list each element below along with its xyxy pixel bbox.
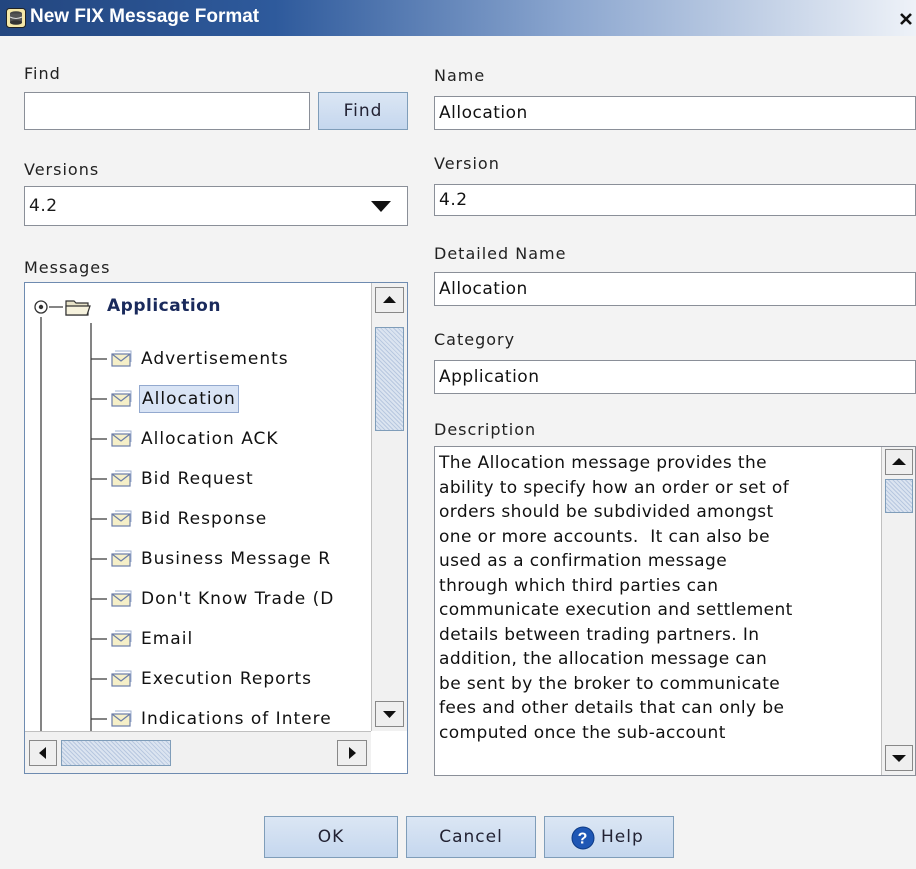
envelope-icon: [111, 670, 132, 687]
name-field[interactable]: Allocation: [434, 96, 916, 130]
close-icon[interactable]: [896, 9, 916, 29]
tree-item-label: Advertisements: [141, 349, 289, 369]
tree-root-application[interactable]: Application: [107, 295, 221, 317]
tree-item-label: Business Message R: [141, 549, 332, 569]
detailed-name-field[interactable]: Allocation: [434, 272, 916, 306]
desc-scroll-thumb[interactable]: [885, 479, 913, 513]
description-line: communicate execution and settlement: [439, 600, 793, 620]
envelope-icon: [111, 510, 132, 527]
description-line: through which third parties can: [439, 575, 719, 596]
version-label: Version: [434, 154, 500, 173]
scroll-down-button[interactable]: [375, 701, 404, 727]
description-line: addition, the allocation message can: [439, 649, 768, 669]
versions-selected-value: 4.2: [29, 196, 58, 216]
description-line: computed once the sub-account: [439, 722, 726, 743]
svg-text:?: ?: [578, 831, 589, 848]
title-bar: New FIX Message Format: [0, 0, 916, 36]
scroll-left-button[interactable]: [29, 740, 57, 766]
desc-scroll-down-button[interactable]: [885, 745, 913, 771]
tree-item-label: Indications of Intere: [141, 709, 332, 729]
find-input[interactable]: [24, 92, 310, 130]
arrow-up-icon: [892, 458, 906, 465]
description-line: The Allocation message provides the: [439, 453, 768, 473]
name-label: Name: [434, 66, 486, 85]
ok-button[interactable]: OK: [264, 816, 398, 858]
desc-scroll-up-button[interactable]: [885, 449, 913, 475]
envelope-icon: [111, 590, 132, 607]
versions-select[interactable]: 4.2: [24, 186, 408, 226]
description-line: details between trading partners. In: [439, 624, 760, 645]
scroll-up-button[interactable]: [375, 287, 404, 313]
tree-item-label: Email: [141, 629, 194, 649]
envelope-icon: [111, 350, 132, 367]
tree-item-label: Execution Reports: [141, 669, 313, 689]
version-field[interactable]: 4.2: [434, 184, 916, 216]
category-label: Category: [434, 330, 516, 349]
description-line: ability to specify how an order or set o…: [439, 477, 790, 498]
tree-horizontal-scrollbar[interactable]: [25, 731, 371, 773]
tree-item-label: Allocation ACK: [141, 429, 279, 449]
detailed-name-label: Detailed Name: [434, 244, 567, 263]
description-line: one or more accounts. It can also be: [439, 526, 770, 547]
scroll-thumb-horizontal[interactable]: [61, 740, 171, 766]
envelope-icon: [111, 390, 132, 407]
folder-open-icon: [65, 300, 91, 316]
triangle-down-icon[interactable]: [371, 201, 391, 212]
description-label: Description: [434, 420, 537, 439]
messages-tree: Application Advertisements Allocation Allo…: [24, 282, 408, 774]
find-label: Find: [24, 64, 61, 83]
versions-label: Versions: [24, 160, 100, 179]
envelope-icon: [111, 710, 132, 727]
detailed-name-field-value: Allocation: [439, 279, 528, 299]
expand-toggle-icon[interactable]: [33, 299, 49, 315]
arrow-down-icon: [383, 711, 396, 718]
description-line: fees and other details that can only be: [439, 698, 785, 718]
envelope-icon: [111, 470, 132, 487]
envelope-icon: [111, 630, 132, 647]
tree-item-label: Don't Know Trade (D: [141, 589, 335, 609]
name-field-value: Allocation: [439, 103, 528, 123]
envelope-icon: [111, 550, 132, 567]
description-line: used as a confirmation message: [439, 551, 728, 571]
scroll-thumb[interactable]: [375, 327, 404, 431]
scroll-right-button[interactable]: [337, 740, 367, 766]
arrow-right-icon: [349, 747, 356, 759]
tree-item-label: Allocation: [139, 385, 239, 413]
find-button[interactable]: Find: [318, 92, 408, 130]
description-textarea[interactable]: The Allocation message provides the abili…: [434, 446, 916, 776]
window-title: New FIX Message Format: [30, 6, 260, 27]
envelope-icon: [111, 430, 132, 447]
tree-item-label: Bid Request: [141, 469, 254, 489]
description-line: orders should be subdivided amongst: [439, 502, 774, 522]
description-line: be sent by the broker to communicate: [439, 673, 781, 694]
tree-vertical-scrollbar[interactable]: [371, 283, 407, 731]
cancel-button[interactable]: Cancel: [406, 816, 536, 858]
help-circle-icon: ?: [571, 826, 595, 850]
arrow-up-icon: [383, 296, 396, 303]
help-button-label: Help: [601, 827, 644, 847]
arrow-left-icon: [39, 747, 46, 759]
tree-item-label: Bid Response: [141, 509, 268, 529]
dialog-window: New FIX Message Format Find Find Version…: [0, 0, 916, 869]
help-button[interactable]: ? Help: [544, 816, 674, 858]
description-text: The Allocation message provides the abili…: [439, 451, 875, 745]
category-field-value: Application: [439, 367, 540, 387]
category-field[interactable]: Application: [434, 360, 916, 394]
database-icon: [6, 8, 26, 28]
description-scrollbar[interactable]: [881, 447, 915, 775]
arrow-down-icon: [892, 755, 906, 762]
version-field-value: 4.2: [439, 190, 468, 210]
messages-label: Messages: [24, 258, 111, 277]
